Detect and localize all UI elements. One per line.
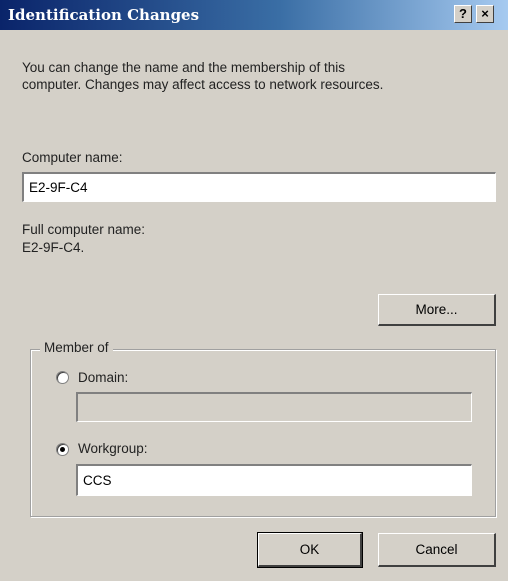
close-button[interactable]: × <box>476 5 494 23</box>
domain-label: Domain: <box>78 370 129 385</box>
workgroup-input[interactable] <box>76 464 472 496</box>
ok-button[interactable]: OK <box>257 532 363 568</box>
description-line-2: computer. Changes may affect access to n… <box>22 77 384 92</box>
workgroup-radio[interactable] <box>56 443 69 456</box>
description-line-1: You can change the name and the membersh… <box>22 60 345 75</box>
computer-name-label: Computer name: <box>22 150 123 165</box>
window-title: Identification Changes <box>8 6 200 24</box>
identification-changes-dialog: Identification Changes ? × You can chang… <box>0 0 508 581</box>
domain-radio[interactable] <box>56 371 69 384</box>
full-computer-name-label: Full computer name: <box>22 222 146 237</box>
more-button[interactable]: More... <box>378 294 496 326</box>
computer-name-input[interactable] <box>22 172 496 202</box>
member-of-label: Member of <box>40 340 113 355</box>
full-computer-name-value: E2-9F-C4. <box>22 240 85 255</box>
cancel-button[interactable]: Cancel <box>378 533 496 567</box>
help-button[interactable]: ? <box>454 5 472 23</box>
radio-selected-dot <box>60 447 65 452</box>
title-bar[interactable]: Identification Changes ? × <box>0 0 508 30</box>
domain-input[interactable] <box>76 392 472 422</box>
workgroup-label: Workgroup: <box>78 441 148 456</box>
